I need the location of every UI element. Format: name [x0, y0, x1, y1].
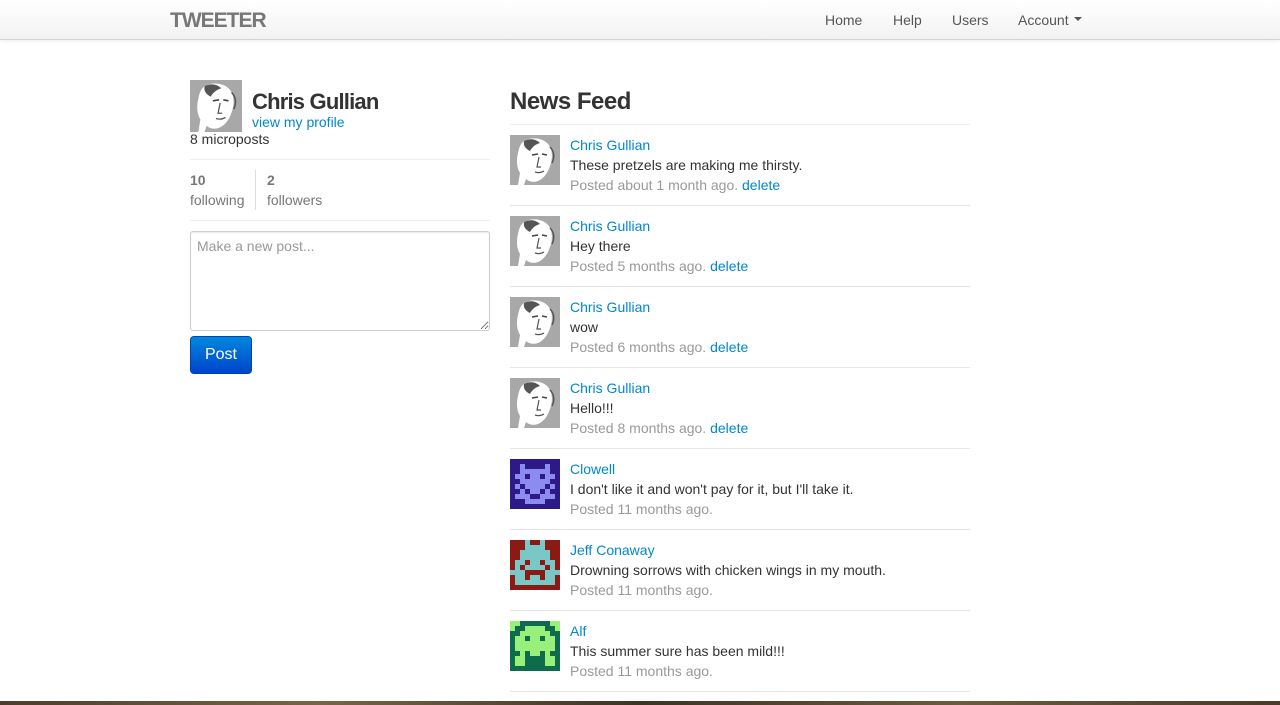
feed-item-author[interactable]: Clowell [570, 461, 615, 477]
divider [190, 220, 490, 221]
feed-item: Clowell I don't like it and won't pay fo… [510, 449, 970, 530]
news-feed: Chris Gullian These pretzels are making … [510, 125, 970, 692]
face-avatar-icon [190, 80, 242, 132]
nav-account-label: Account [1018, 12, 1069, 28]
divider [190, 159, 490, 160]
feed-item-timestamp: Posted 5 months ago. [570, 258, 707, 274]
user-avatar[interactable] [510, 297, 560, 347]
feed-item-meta: Posted 8 months ago. delete [570, 420, 748, 436]
feed-item-timestamp: Posted 8 months ago. [570, 420, 707, 436]
followers-stat[interactable]: 2 followers [267, 170, 322, 210]
following-count: 10 [190, 172, 206, 188]
feed-item-meta: Posted 5 months ago. delete [570, 258, 748, 274]
feed-item-author[interactable]: Chris Gullian [570, 137, 650, 153]
face-avatar-icon [510, 135, 560, 185]
following-label: following [190, 192, 245, 208]
post-button[interactable]: Post [190, 336, 252, 374]
feed-item-timestamp: Posted about 1 month ago. [570, 177, 739, 193]
feed-item-author[interactable]: Alf [570, 623, 586, 639]
feed-item: Alf This summer sure has been mild!!! Po… [510, 611, 970, 692]
nav-home[interactable]: Home [825, 12, 862, 28]
user-name: Chris Gullian [252, 89, 379, 114]
page: TWEETER Home Help Users Account Chris Gu… [0, 0, 1280, 701]
face-avatar-icon [510, 297, 560, 347]
new-post-textarea[interactable] [190, 231, 490, 331]
feed-item-timestamp: Posted 11 months ago. [570, 501, 713, 517]
user-avatar[interactable] [510, 135, 560, 185]
feed-item-meta: Posted 11 months ago. [570, 663, 713, 679]
pixel-avatar-icon [510, 540, 560, 590]
face-avatar-icon [510, 378, 560, 428]
feed-item: Chris Gullian These pretzels are making … [510, 125, 970, 206]
nav-users[interactable]: Users [952, 12, 989, 28]
feed-item-meta: Posted 11 months ago. [570, 501, 713, 517]
feed-item-content: Hey there [570, 238, 631, 254]
navbar: TWEETER Home Help Users Account [0, 0, 1280, 40]
feed-item-content: wow [570, 319, 599, 335]
feed-item-meta: Posted about 1 month ago. delete [570, 177, 780, 193]
user-avatar[interactable] [510, 540, 560, 590]
pixel-avatar-icon [510, 459, 560, 509]
feed-item-author[interactable]: Jeff Conaway [570, 542, 655, 558]
feed-item: Chris Gullian Hello!!! Posted 8 months a… [510, 368, 970, 449]
nav-help[interactable]: Help [893, 12, 922, 28]
feed-item-content: These pretzels are making me thirsty. [570, 157, 803, 173]
feed-title: News Feed [510, 88, 631, 115]
user-avatar[interactable] [510, 378, 560, 428]
feed-item-content: I don't like it and won't pay for it, bu… [570, 481, 854, 497]
stats-divider [255, 170, 256, 210]
feed-item-meta: Posted 11 months ago. [570, 582, 713, 598]
nav-account-dropdown[interactable]: Account [1018, 12, 1082, 28]
view-profile-link[interactable]: view my profile [252, 114, 345, 130]
delete-link[interactable]: delete [710, 258, 748, 274]
feed-item: Jeff Conaway Drowning sorrows with chick… [510, 530, 970, 611]
brand-logo[interactable]: TWEETER [170, 9, 267, 33]
micropost-count: 8 microposts [190, 131, 270, 147]
feed-item-timestamp: Posted 6 months ago. [570, 339, 707, 355]
delete-link[interactable]: delete [742, 177, 780, 193]
user-avatar[interactable] [510, 459, 560, 509]
followers-count: 2 [267, 172, 275, 188]
feed-item: Chris Gullian Hey there Posted 5 months … [510, 206, 970, 287]
feed-item-meta: Posted 6 months ago. delete [570, 339, 748, 355]
desktop-background [0, 701, 1280, 705]
following-stat[interactable]: 10 following [190, 170, 244, 210]
pixel-avatar-icon [510, 621, 560, 671]
user-avatar[interactable] [190, 80, 242, 132]
feed-item: Chris Gullian wow Posted 6 months ago. d… [510, 287, 970, 368]
user-avatar[interactable] [510, 621, 560, 671]
delete-link[interactable]: delete [710, 339, 748, 355]
chevron-down-icon [1073, 17, 1082, 22]
feed-item-author[interactable]: Chris Gullian [570, 299, 650, 315]
feed-item-content: Drowning sorrows with chicken wings in m… [570, 562, 886, 578]
feed-item-content: This summer sure has been mild!!! [570, 643, 785, 659]
feed-item-timestamp: Posted 11 months ago. [570, 663, 713, 679]
user-avatar[interactable] [510, 216, 560, 266]
face-avatar-icon [510, 216, 560, 266]
feed-item-author[interactable]: Chris Gullian [570, 380, 650, 396]
feed-item-author[interactable]: Chris Gullian [570, 218, 650, 234]
feed-item-timestamp: Posted 11 months ago. [570, 582, 713, 598]
followers-label: followers [267, 192, 323, 208]
delete-link[interactable]: delete [710, 420, 748, 436]
user-stats: 10 following 2 followers [190, 170, 490, 210]
feed-item-content: Hello!!! [570, 400, 614, 416]
